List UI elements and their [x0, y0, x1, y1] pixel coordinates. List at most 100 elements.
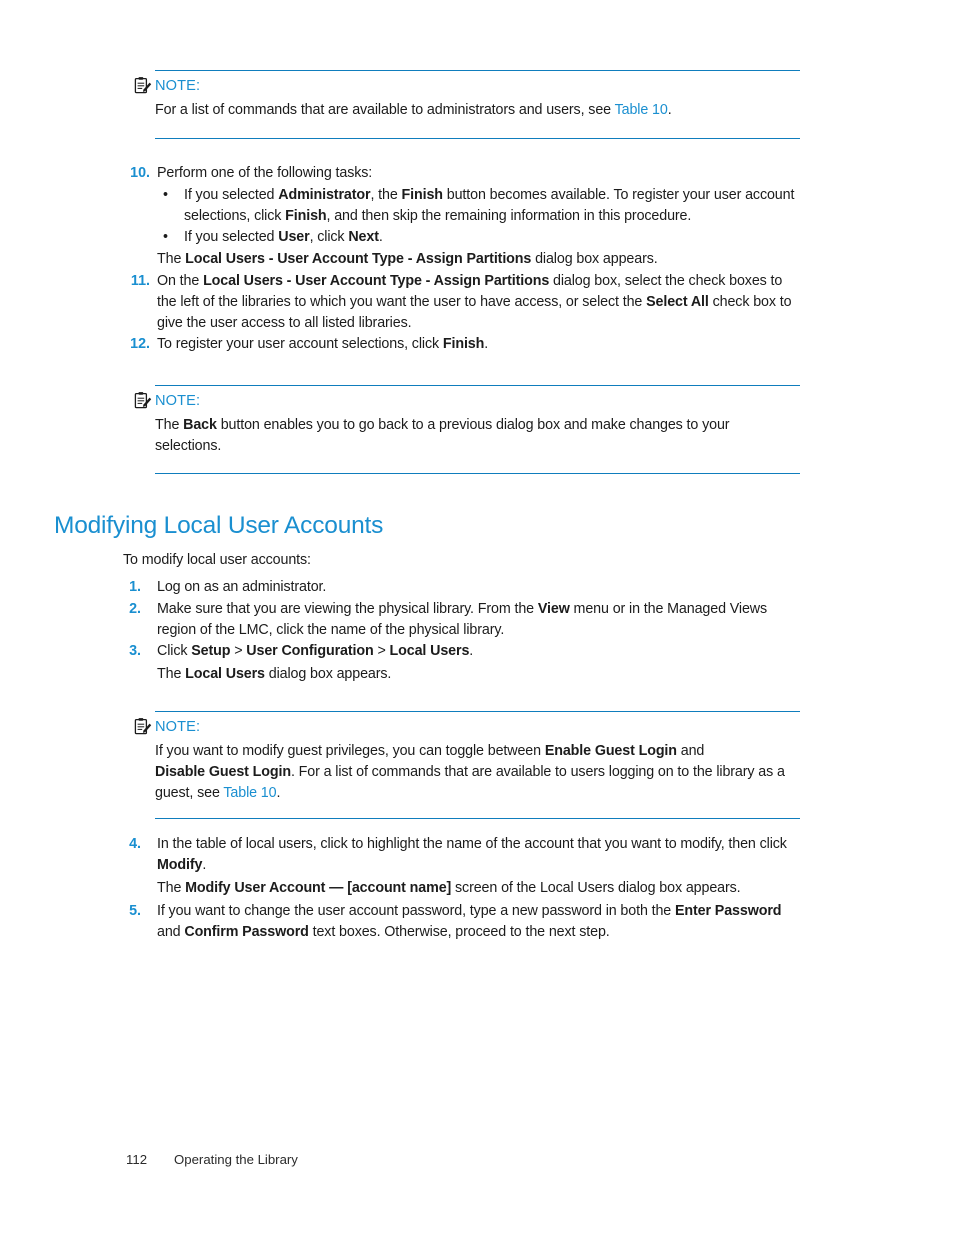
step-number: 10.: [130, 165, 150, 181]
seg: Make sure that you are viewing the physi…: [157, 600, 538, 617]
emphasis: Local Users - User Account Type - Assign…: [185, 251, 532, 268]
seg: and: [157, 924, 185, 941]
step-number: 4.: [129, 836, 141, 852]
seg: Click: [157, 643, 192, 660]
bullet-text: If you selected User, click Next.: [184, 227, 800, 248]
emphasis: Next: [348, 229, 379, 246]
seg: .: [378, 229, 383, 246]
seg: To register your user account selections…: [157, 336, 443, 353]
emphasis: Local Users: [389, 643, 470, 660]
page-number: 112: [126, 1152, 148, 1167]
emphasis: Disable Guest Login: [155, 763, 291, 780]
step-text: On the Local Users - User Account Type -…: [157, 271, 800, 333]
list-item: 10. Perform one of the following tasks: …: [123, 163, 800, 270]
seg: >: [373, 643, 390, 660]
seg: >: [230, 643, 247, 660]
seg: screen of the Local Users dialog box app…: [451, 879, 741, 896]
note-block-3: NOTE: If you want to modify guest privil…: [133, 711, 800, 819]
step-number: 12.: [130, 336, 150, 353]
table-10-link[interactable]: Table 10: [615, 102, 668, 118]
note-rule-top: [155, 385, 800, 386]
emphasis: Finish: [401, 186, 443, 203]
table-10-link[interactable]: Table 10: [223, 785, 276, 801]
note1-text-post: .: [667, 102, 672, 118]
seg: The: [157, 251, 186, 268]
seg: If you selected: [184, 186, 279, 203]
step-text: Perform one of the following tasks:: [157, 165, 373, 181]
emphasis: Modify: [157, 856, 203, 873]
emphasis: Enable Guest Login: [544, 743, 677, 759]
note-label: NOTE:: [155, 393, 201, 409]
list-item: • If you selected User, click Next.: [163, 227, 800, 248]
step-number: 1.: [129, 579, 141, 595]
step-number: 11.: [130, 272, 150, 289]
list-item: 1. Log on as an administrator.: [114, 577, 800, 598]
bullet-dot-icon: •: [163, 229, 169, 246]
emphasis: View: [537, 600, 570, 617]
seg: button enables you to go back to a previ…: [155, 417, 730, 454]
emphasis: Finish: [442, 336, 485, 353]
bullet-text: If you selected Administrator, the Finis…: [184, 185, 800, 227]
emphasis: User: [278, 229, 310, 246]
emphasis: Local Users - User Account Type - Assign…: [203, 272, 550, 289]
emphasis: Modify User Account — [account name]: [185, 879, 452, 896]
note-body-2: The Back button enables you to go back t…: [155, 415, 760, 457]
seg: dialog box appears.: [531, 251, 658, 268]
step-text: To register your user account selections…: [157, 334, 800, 355]
ordered-list-section-b: 4. In the table of local users, click to…: [114, 834, 804, 943]
page-footer: 112 Operating the Library: [126, 1151, 298, 1169]
step-text: Click Setup > User Configuration > Local…: [157, 641, 800, 662]
seg: The: [155, 417, 184, 433]
note-rule-top: [155, 70, 800, 71]
step-continuation: The Local Users dialog box appears.: [157, 664, 800, 685]
step-text: If you want to change the user account p…: [157, 901, 804, 943]
step-continuation: The Local Users - User Account Type - As…: [157, 249, 800, 270]
emphasis: Confirm Password: [184, 924, 309, 941]
step-number: 5.: [129, 903, 141, 920]
note-rule-bottom: [155, 473, 800, 474]
seg: , and then skip the remaining informatio…: [326, 207, 692, 224]
list-item: • If you selected Administrator, the Fin…: [163, 185, 800, 227]
seg: On the: [157, 272, 204, 289]
list-item: 11. On the Local Users - User Account Ty…: [123, 271, 800, 333]
note-block-1: NOTE: For a list of commands that are av…: [133, 70, 800, 139]
list-item: 4. In the table of local users, click to…: [114, 834, 804, 898]
note-block-2: NOTE: The Back button enables you to go …: [133, 385, 800, 474]
note-label: NOTE:: [155, 78, 201, 94]
seg: The: [157, 666, 186, 683]
emphasis: Back: [183, 417, 217, 433]
step-number: 3.: [129, 643, 141, 660]
step-number: 2.: [129, 600, 141, 617]
emphasis: User Configuration: [246, 643, 374, 660]
seg: In the table of local users, click to hi…: [157, 836, 787, 852]
emphasis: Local Users: [185, 666, 265, 683]
seg: If you want to change the user account p…: [157, 903, 675, 920]
note-rule-bottom: [155, 138, 800, 139]
list-item: 3. Click Setup > User Configuration > Lo…: [114, 641, 800, 685]
note-body-1: For a list of commands that are availabl…: [155, 100, 800, 121]
bullet-list: • If you selected Administrator, the Fin…: [157, 185, 800, 248]
section-intro: To modify local user accounts:: [123, 552, 311, 568]
emphasis: Setup: [191, 643, 231, 660]
step-continuation: The Modify User Account — [account name]…: [157, 878, 804, 899]
note-clipboard-icon: [133, 391, 152, 410]
seg: .: [276, 784, 281, 801]
seg: , click: [309, 229, 349, 246]
seg: text boxes. Otherwise, proceed to the ne…: [308, 924, 610, 941]
emphasis: Enter Password: [675, 903, 782, 920]
list-item: 5. If you want to change the user accoun…: [114, 901, 804, 943]
seg: dialog box appears.: [264, 666, 392, 683]
emphasis: Finish: [285, 207, 327, 224]
running-title: Operating the Library: [174, 1152, 298, 1167]
bullet-dot-icon: •: [163, 186, 169, 203]
page-title: Modifying Local User Accounts: [54, 512, 384, 539]
seg: If you selected: [184, 229, 279, 246]
ordered-list-top: 10. Perform one of the following tasks: …: [123, 163, 800, 355]
seg: .: [469, 643, 474, 660]
step-text: In the table of local users, click to hi…: [157, 834, 804, 876]
list-item: 12. To register your user account select…: [123, 334, 800, 355]
step-text: Make sure that you are viewing the physi…: [157, 599, 800, 641]
seg: , the: [370, 186, 402, 203]
note-clipboard-icon: [133, 717, 152, 736]
note-label: NOTE:: [155, 719, 201, 735]
